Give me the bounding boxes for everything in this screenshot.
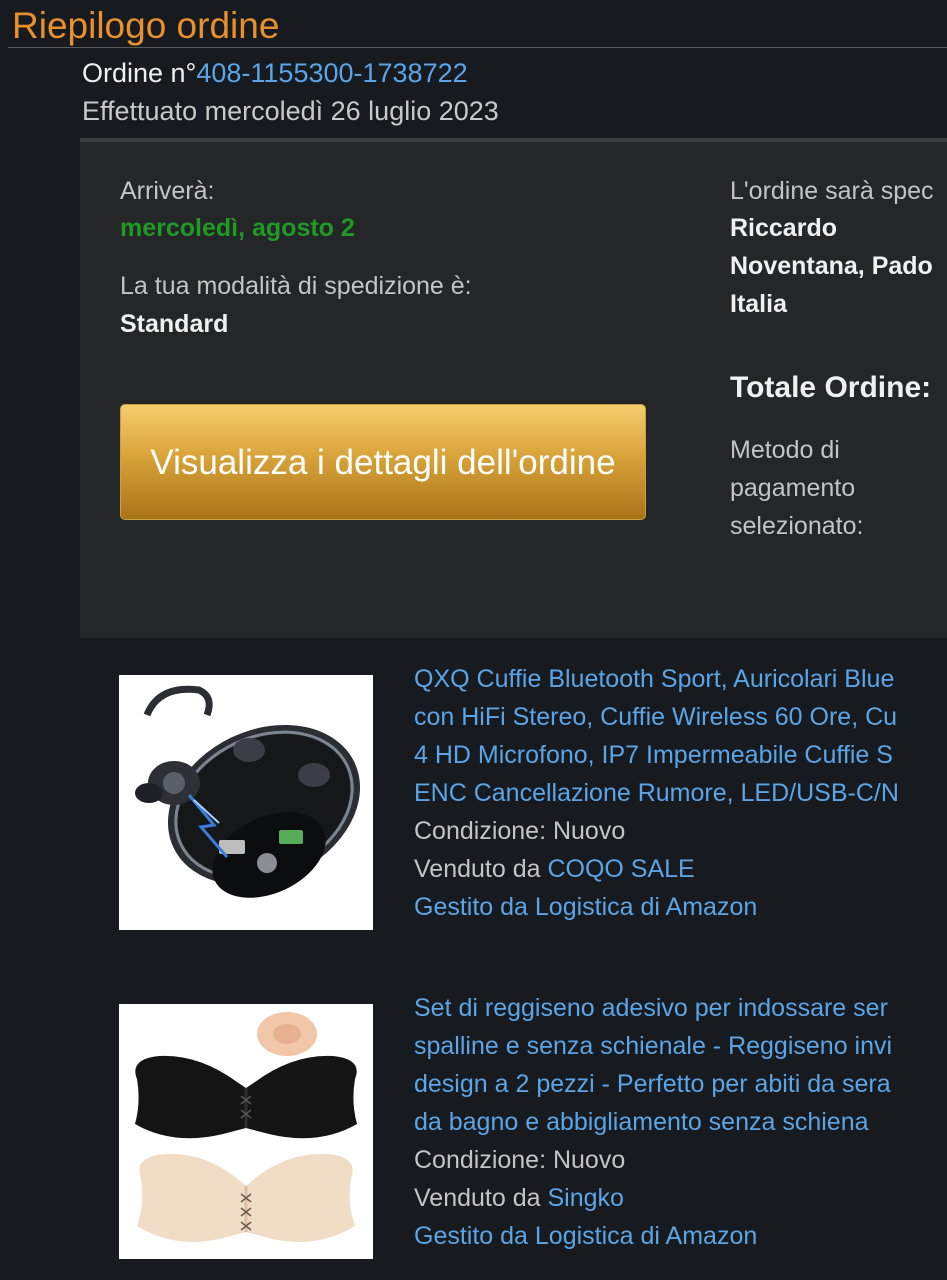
order-number-line: Ordine n°408-1155300-1738722 [82,56,468,90]
ship-to-city: Noventana, Pado [730,252,933,280]
item-2-condition: Condizione: Nuovo [414,1146,626,1174]
item-2-title-line-3[interactable]: design a 2 pezzi - Perfetto per abiti da… [414,1065,891,1103]
item-1-condition: Condizione: Nuovo [414,817,626,845]
ship-to-name: Riccardo [730,214,837,242]
page-title: Riepilogo ordine [12,5,280,46]
item-1-title-line-3[interactable]: 4 HD Microfono, IP7 Impermeabile Cuffie … [414,736,893,774]
arrives-label: Arriverà: [120,177,215,205]
order-total-label: Totale Ordine: [730,371,932,404]
payment-method-label-1: Metodo di [730,436,840,464]
order-number-link[interactable]: 408-1155300-1738722 [196,58,467,88]
item-2-seller-line: Venduto da Singko [414,1179,624,1217]
payment-method-label-2: pagamento [730,474,856,502]
earbuds-illustration [135,685,361,898]
view-order-details-button[interactable]: Visualizza i dettagli dell'ordine [120,404,646,520]
item-1-fulfilled-by-link[interactable]: Gestito da Logistica di Amazon [414,888,757,926]
item-2-seller-link[interactable]: Singko [547,1184,623,1212]
adhesive-bra-product-image[interactable] [119,1004,373,1259]
shipping-method-label: La tua modalità di spedizione è: [120,272,472,300]
ship-to-country: Italia [730,290,787,318]
item-1-seller-link[interactable]: COQO SALE [547,855,694,883]
ship-to-label: L'ordine sarà spec [730,177,934,205]
item-2-sold-by-label: Venduto da [414,1184,548,1212]
item-2-title-line-4[interactable]: da bagno e abbigliamento senza schiena [414,1103,869,1141]
item-1-title-line-2[interactable]: con HiFi Stereo, Cuffie Wireless 60 Ore,… [414,698,897,736]
item-2-title-line-2[interactable]: spalline e senza schienale - Reggiseno i… [414,1027,892,1065]
item-2-fulfilled-by-link[interactable]: Gestito da Logistica di Amazon [414,1217,757,1255]
title-divider [8,47,947,48]
order-placed-date: Effettuato mercoledì 26 luglio 2023 [82,96,499,126]
item-1-title-line-4[interactable]: ENC Cancellazione Rumore, LED/USB-C/N [414,774,899,812]
arrives-date: mercoledì, agosto 2 [120,214,355,242]
earbuds-product-image[interactable] [119,675,373,930]
item-1-sold-by-label: Venduto da [414,855,548,883]
order-number-prefix: Ordine n° [82,58,197,88]
item-1-title-line-1[interactable]: QXQ Cuffie Bluetooth Sport, Auricolari B… [414,660,894,698]
adhesive-bra-illustration [135,1012,357,1242]
shipping-method-value: Standard [120,310,229,338]
item-1-seller-line: Venduto da COQO SALE [414,850,695,888]
item-2-title-line-1[interactable]: Set di reggiseno adesivo per indossare s… [414,989,888,1027]
payment-method-label-3: selezionato: [730,512,864,540]
